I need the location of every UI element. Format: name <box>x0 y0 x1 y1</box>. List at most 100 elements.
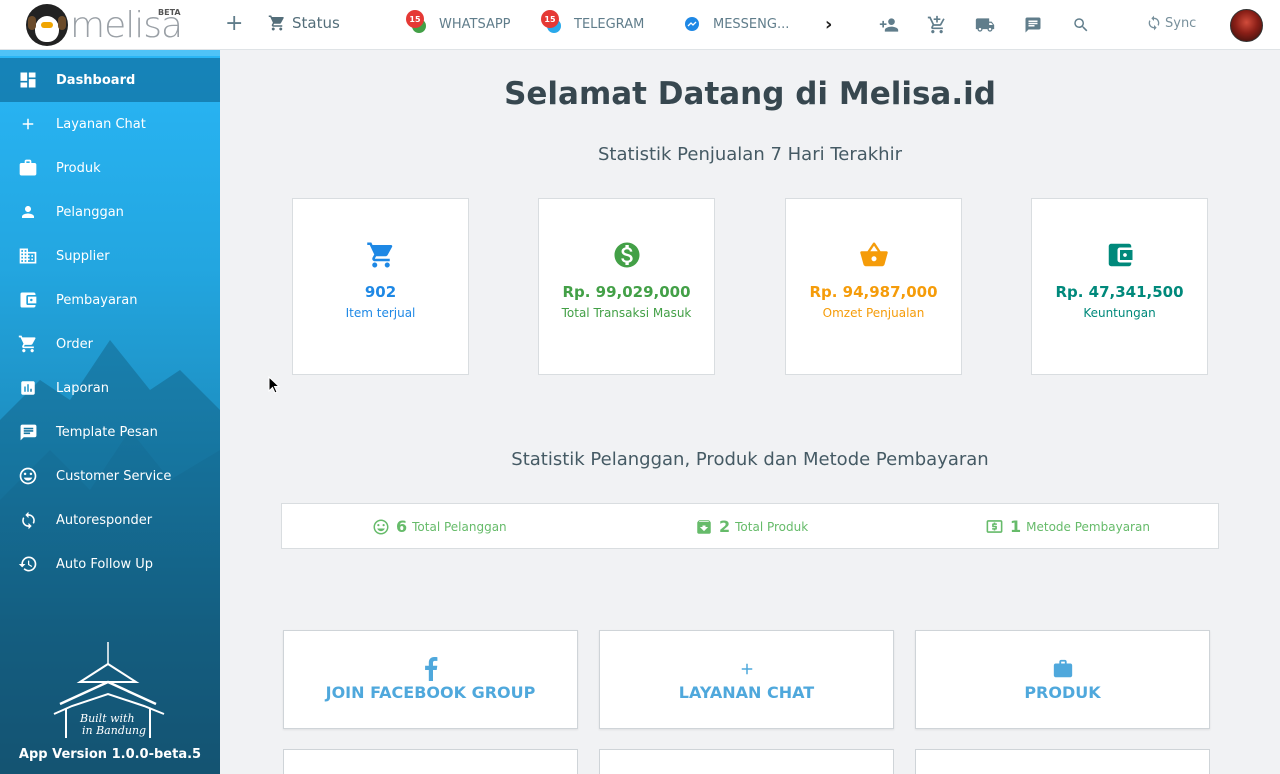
briefcase-icon <box>18 158 38 178</box>
sidebar-item-label: Pelanggan <box>56 204 124 220</box>
join-facebook-group-tile[interactable]: JOIN FACEBOOK GROUP <box>283 630 578 729</box>
messenger-label: MESSENG... <box>713 16 790 32</box>
summary-label: Total Pelanggan <box>412 519 507 534</box>
tile-row-2-middle[interactable] <box>599 749 894 774</box>
smiley-icon <box>18 466 38 486</box>
stat-card-profit: Rp. 47,341,500 Keuntungan <box>1031 198 1208 375</box>
summary-stats-title: Statistik Pelanggan, Produk dan Metode P… <box>511 449 989 470</box>
sidebar-item-template-pesan[interactable]: Template Pesan <box>0 410 220 454</box>
facebook-icon <box>424 657 438 681</box>
basket-icon <box>858 239 890 271</box>
sidebar-item-pelanggan[interactable]: Pelanggan <box>0 190 220 234</box>
sidebar-item-label: Auto Follow Up <box>56 556 153 572</box>
stat-label: Keuntungan <box>1083 306 1156 320</box>
mouse-cursor-icon <box>268 376 280 394</box>
stat-label: Omzet Penjualan <box>822 306 925 320</box>
dollar-icon <box>611 239 643 271</box>
whatsapp-badge: 15 <box>406 10 424 28</box>
truck-icon[interactable] <box>974 14 996 36</box>
status-label: Status <box>292 14 340 32</box>
status-button[interactable]: Status <box>268 14 340 32</box>
sidebar-item-auto-follow-up[interactable]: Auto Follow Up <box>0 542 220 586</box>
penguin-logo-icon <box>26 4 68 46</box>
summary-count: 6 <box>396 517 408 536</box>
sync-button[interactable]: Sync <box>1146 15 1196 31</box>
summary-bar: 6 Total Pelanggan 2 Total Produk 1 Metod… <box>281 503 1219 549</box>
archive-icon <box>697 519 711 534</box>
sidebar-item-order[interactable]: Order <box>0 322 220 366</box>
sidebar-item-autoresponder[interactable]: Autoresponder <box>0 498 220 542</box>
sidebar-item-dashboard[interactable]: Dashboard <box>0 58 220 102</box>
search-icon[interactable] <box>1070 14 1092 36</box>
telegram-icon: 15 <box>541 10 563 34</box>
footer-art-text-2: in Bandung <box>82 724 146 737</box>
summary-payment-methods: 1 Metode Pembayaran <box>985 517 1150 536</box>
messenger-icon <box>684 14 704 34</box>
refresh-icon <box>18 510 38 530</box>
stat-value: Rp. 99,029,000 <box>562 283 691 301</box>
add-user-icon[interactable] <box>878 14 900 36</box>
sidebar-item-label: Supplier <box>56 248 110 264</box>
tile-label: LAYANAN CHAT <box>678 683 815 702</box>
plus-icon <box>738 657 756 681</box>
tile-label: JOIN FACEBOOK GROUP <box>325 683 536 702</box>
money-icon <box>986 520 1003 533</box>
sidebar-item-customer-service[interactable]: Customer Service <box>0 454 220 498</box>
building-icon <box>18 246 38 266</box>
telegram-badge: 15 <box>541 10 559 28</box>
stat-card-omzet: Rp. 94,987,000 Omzet Penjualan <box>785 198 962 375</box>
sidebar-item-produk[interactable]: Produk <box>0 146 220 190</box>
summary-products: 2 Total Produk <box>695 517 808 536</box>
whatsapp-icon: 15 <box>406 10 428 34</box>
tile-label: PRODUK <box>1024 683 1101 702</box>
bar-chart-icon <box>18 378 38 398</box>
sales-stats-title: Statistik Penjualan 7 Hari Terakhir <box>598 144 902 165</box>
whatsapp-label: WHATSAPP <box>439 16 511 32</box>
summary-count: 1 <box>1010 517 1022 536</box>
stat-card-items-sold: 902 Item terjual <box>292 198 469 375</box>
avatar[interactable] <box>1230 9 1263 42</box>
summary-customers: 6 Total Pelanggan <box>372 517 507 536</box>
melisa-logo[interactable]: melisa BETA <box>26 4 186 46</box>
chevron-right-icon[interactable]: › <box>825 14 832 35</box>
sync-label: Sync <box>1165 15 1197 31</box>
channel-messenger[interactable]: MESSENG... <box>684 14 789 34</box>
sync-icon <box>1148 15 1160 31</box>
message-icon <box>18 422 38 442</box>
sidebar-item-label: Order <box>56 336 93 352</box>
history-icon <box>18 554 38 574</box>
sidebar-item-supplier[interactable]: Supplier <box>0 234 220 278</box>
channel-telegram[interactable]: 15 TELEGRAM <box>541 10 645 34</box>
channel-whatsapp[interactable]: 15 WHATSAPP <box>406 10 511 34</box>
bandung-landmark-icon: Built with in Bandung <box>53 642 165 738</box>
chat-icon[interactable] <box>1022 14 1044 36</box>
sidebar-item-label: Dashboard <box>56 72 136 88</box>
app-version: App Version 1.0.0-beta.5 <box>18 747 202 762</box>
sidebar-item-laporan[interactable]: Laporan <box>0 366 220 410</box>
stat-label: Total Transaksi Masuk <box>561 306 692 320</box>
sidebar-item-label: Template Pesan <box>56 424 158 440</box>
tile-row-2-left[interactable] <box>283 749 578 774</box>
briefcase-icon <box>1052 657 1074 681</box>
stat-value: 902 <box>364 283 397 301</box>
sidebar-item-label: Produk <box>56 160 101 176</box>
layanan-chat-tile[interactable]: LAYANAN CHAT <box>599 630 894 729</box>
sidebar-item-label: Customer Service <box>56 468 172 484</box>
stat-value: Rp. 47,341,500 <box>1055 283 1184 301</box>
top-bar: melisa BETA + Status 15 WHATSAPP 15 TELE… <box>0 0 1280 50</box>
sidebar-top-strip <box>0 50 220 56</box>
produk-tile[interactable]: PRODUK <box>915 630 1210 729</box>
plus-icon <box>18 114 38 134</box>
sidebar: Dashboard Layanan Chat Produk Pelanggan … <box>0 50 220 774</box>
cart-icon <box>268 15 284 31</box>
tile-row-2-right[interactable] <box>915 749 1210 774</box>
sidebar-item-layanan-chat[interactable]: Layanan Chat <box>0 102 220 146</box>
telegram-label: TELEGRAM <box>574 16 645 32</box>
stat-label: Item terjual <box>345 306 416 320</box>
sidebar-item-pembayaran[interactable]: Pembayaran <box>0 278 220 322</box>
page-title: Selamat Datang di Melisa.id <box>504 76 996 112</box>
wallet-icon <box>1104 239 1136 271</box>
add-cart-icon[interactable] <box>926 14 948 36</box>
add-button[interactable]: + <box>225 12 243 36</box>
beta-label: BETA <box>158 8 181 17</box>
